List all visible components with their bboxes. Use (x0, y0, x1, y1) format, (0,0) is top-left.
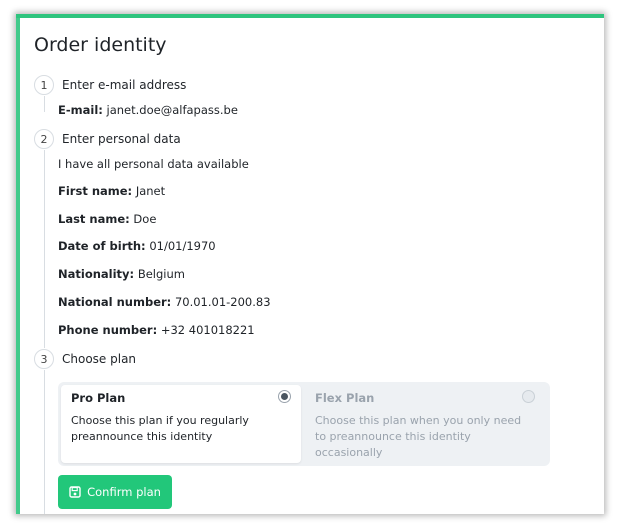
field-value: 70.01.01-200.83 (174, 295, 271, 309)
field-last-name: Last name: Doe (58, 212, 156, 226)
field-first-name: First name: Janet (58, 184, 165, 198)
email-label: E-mail: (58, 103, 103, 117)
step-label: Enter e-mail address (62, 78, 187, 92)
step-label: Choose plan (62, 352, 137, 366)
plan-selector: Pro Plan Choose this plan if you regular… (58, 382, 550, 466)
step-number: 2 (34, 129, 54, 149)
plan-description: Choose this plan if you regularly preann… (71, 413, 291, 445)
plan-name: Pro Plan (71, 391, 126, 405)
field-value: Doe (133, 212, 157, 226)
plan-description-line: Choose this plan if you regularly (71, 414, 249, 427)
page-title: Order identity (34, 34, 167, 56)
field-label: Nationality: (58, 267, 135, 281)
email-line: E-mail: janet.doe@alfapass.be (58, 103, 238, 117)
confirm-plan-label: Confirm plan (87, 485, 161, 499)
field-label: National number: (58, 295, 172, 309)
field-value: Belgium (137, 267, 185, 281)
plan-name: Flex Plan (315, 391, 375, 405)
step-rail (44, 370, 45, 514)
step-email: 1 Enter e-mail address (34, 75, 186, 95)
field-value: 01/01/1970 (149, 239, 216, 253)
step-rail (44, 150, 45, 348)
step-plan: 3 Choose plan (34, 349, 136, 369)
save-icon (69, 486, 81, 498)
field-value: Janet (135, 184, 166, 198)
field-phone-number: Phone number: +32 401018221 (58, 323, 255, 337)
field-date-of-birth: Date of birth: 01/01/1970 (58, 239, 216, 253)
plan-option-pro[interactable]: Pro Plan Choose this plan if you regular… (61, 385, 301, 463)
plan-description-line: preannounce this identity (71, 430, 213, 443)
field-label: First name: (58, 184, 133, 198)
plan-description-line: to preannounce this identity (315, 430, 471, 443)
step-personal: 2 Enter personal data (34, 129, 181, 149)
field-value: +32 401018221 (160, 323, 255, 337)
field-label: Phone number: (58, 323, 158, 337)
field-national-number: National number: 70.01.01-200.83 (58, 295, 271, 309)
order-identity-panel: Order identity 1 Enter e-mail address E-… (16, 14, 604, 514)
field-nationality: Nationality: Belgium (58, 267, 185, 281)
step-rail (44, 96, 45, 112)
step-number: 3 (34, 349, 54, 369)
plan-description-line: occasionally (315, 446, 383, 459)
plan-option-flex[interactable]: Flex Plan Choose this plan when you only… (305, 385, 545, 463)
plan-description: Choose this plan when you only need to p… (315, 413, 535, 461)
field-label: Last name: (58, 212, 130, 226)
email-value: janet.doe@alfapass.be (106, 103, 238, 117)
confirm-plan-button[interactable]: Confirm plan (58, 475, 172, 509)
personal-intro: I have all personal data available (58, 157, 249, 171)
plan-radio-selected[interactable] (278, 390, 291, 403)
plan-radio-unselected[interactable] (522, 390, 535, 403)
field-label: Date of birth: (58, 239, 146, 253)
plan-description-line: Choose this plan when you only need (315, 414, 522, 427)
step-label: Enter personal data (62, 132, 181, 146)
step-number: 1 (34, 75, 54, 95)
